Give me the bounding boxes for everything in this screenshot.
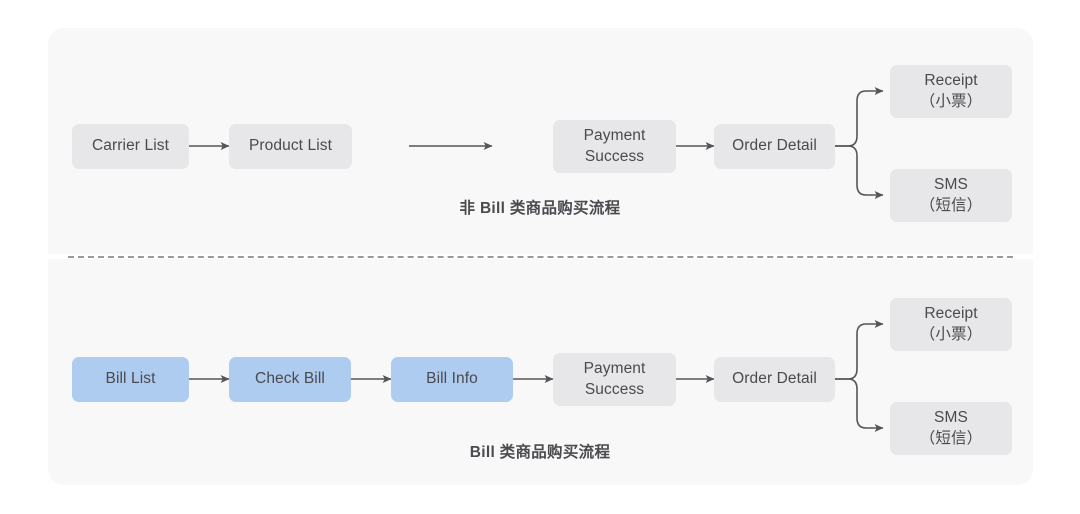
- caption-bill-flow: Bill 类商品购买流程: [469, 444, 611, 461]
- node-label-line2: （短信）: [919, 196, 983, 214]
- diagram-canvas: Carrier List Product List Payment Succes…: [0, 0, 1080, 514]
- node-receipt-top[interactable]: Receipt （小票）: [890, 65, 1012, 118]
- node-label-line2: （小票）: [919, 92, 983, 110]
- node-order-detail-top[interactable]: Order Detail: [714, 124, 835, 169]
- node-label-line1: Payment: [583, 127, 646, 145]
- node-label-line1: SMS: [934, 409, 968, 427]
- node-label-line2: （短信）: [919, 429, 983, 447]
- node-payment-success-bottom[interactable]: Payment Success: [553, 353, 676, 406]
- node-label-line2: Success: [584, 380, 645, 398]
- node-label-line1: Receipt: [924, 72, 978, 90]
- node-label-line2: （小票）: [919, 325, 983, 343]
- node-product-list[interactable]: Product List: [229, 124, 352, 169]
- node-order-detail-bottom[interactable]: Order Detail: [714, 357, 835, 402]
- node-label: Order Detail: [732, 137, 817, 155]
- node-label-line1: SMS: [934, 176, 968, 194]
- node-sms-top[interactable]: SMS （短信）: [890, 169, 1012, 222]
- non-bill-flow-panel: [48, 28, 1033, 254]
- node-label: Bill Info: [426, 370, 478, 388]
- node-label: Check Bill: [255, 370, 325, 388]
- node-receipt-bottom[interactable]: Receipt （小票）: [890, 298, 1012, 351]
- node-label: Bill List: [105, 370, 156, 388]
- section-divider: [68, 256, 1013, 258]
- caption-non-bill-flow: 非 Bill 类商品购买流程: [459, 200, 621, 217]
- node-label-line2: Success: [584, 147, 645, 165]
- node-label: Carrier List: [92, 137, 169, 155]
- node-label: Order Detail: [732, 370, 817, 388]
- node-label: Product List: [248, 137, 333, 155]
- node-payment-success-top[interactable]: Payment Success: [553, 120, 676, 173]
- node-check-bill[interactable]: Check Bill: [229, 357, 351, 402]
- node-carrier-list[interactable]: Carrier List: [72, 124, 189, 169]
- node-label-line1: Receipt: [924, 305, 978, 323]
- node-label-line1: Payment: [583, 360, 646, 378]
- node-bill-list[interactable]: Bill List: [72, 357, 189, 402]
- node-bill-info[interactable]: Bill Info: [391, 357, 513, 402]
- node-sms-bottom[interactable]: SMS （短信）: [890, 402, 1012, 455]
